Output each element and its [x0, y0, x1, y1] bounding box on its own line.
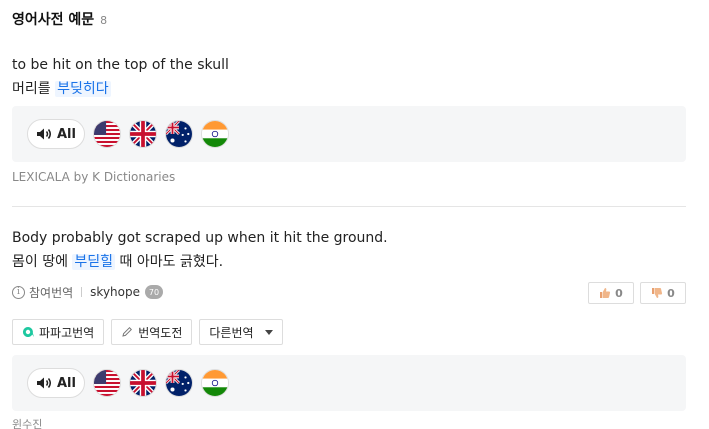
- example-source: LEXICALA by K Dictionaries: [12, 170, 176, 184]
- translation-challenge-button[interactable]: 번역도전: [111, 319, 193, 345]
- in-flag-icon[interactable]: [201, 369, 229, 397]
- play-all-label: All: [57, 375, 76, 391]
- audio-bar: All: [12, 355, 686, 411]
- speaker-icon: [37, 377, 51, 389]
- speaker-icon: [37, 128, 51, 140]
- ref-translation-label[interactable]: 참여번역: [29, 284, 73, 301]
- chevron-down-icon: [264, 329, 273, 335]
- example-korean: 머리를 부딪히다: [12, 78, 686, 100]
- other-translation-label: 다른번역: [209, 325, 254, 340]
- example-item-1: to be hit on the top of the skull 머리를 부딪…: [12, 54, 686, 100]
- info-icon[interactable]: i: [12, 285, 25, 299]
- us-flag-icon[interactable]: [93, 369, 121, 397]
- example-count: 8: [100, 14, 108, 27]
- example-source: 윈수진: [12, 418, 43, 429]
- example-korean: 몸이 땅에 부딛힐 때 아마도 긁혔다.: [12, 251, 686, 273]
- thumbs-down-count: 0: [667, 286, 675, 300]
- uk-flag-icon[interactable]: [129, 369, 157, 397]
- korean-text: 머리를: [12, 81, 56, 97]
- translation-tools: 파파고번역 번역도전 다른번역: [12, 319, 283, 345]
- au-flag-icon[interactable]: [165, 120, 193, 148]
- user-level-badge: 70: [145, 285, 163, 299]
- vote-group: 0 0: [588, 282, 686, 304]
- example-english: Body probably got scraped up when it hit…: [12, 230, 388, 246]
- au-flag-icon[interactable]: [165, 369, 193, 397]
- divider: [12, 206, 686, 207]
- highlighted-word[interactable]: 부딪히다: [55, 81, 111, 97]
- example-english: to be hit on the top of the skull: [12, 57, 229, 73]
- play-all-button[interactable]: All: [27, 119, 85, 149]
- user-link[interactable]: skyhope: [90, 285, 140, 299]
- highlighted-word[interactable]: 부딛힐: [72, 254, 116, 270]
- other-translation-dropdown[interactable]: 다른번역: [199, 319, 283, 345]
- thumbs-down-icon: [652, 288, 663, 298]
- thumbs-up-icon: [600, 288, 611, 298]
- example-item-2: Body probably got scraped up when it hit…: [12, 227, 686, 273]
- thumbs-up-count: 0: [615, 286, 623, 300]
- korean-text-after: 때 아마도 긁혔다.: [115, 254, 224, 270]
- korean-text: 몸이 땅에: [12, 254, 73, 270]
- us-flag-icon[interactable]: [93, 120, 121, 148]
- play-all-button[interactable]: All: [27, 368, 85, 398]
- thumbs-up-button[interactable]: 0: [588, 282, 634, 304]
- translation-meta: i 참여번역 skyhope 70: [12, 283, 163, 301]
- section-header: 영어사전 예문 8: [12, 9, 107, 31]
- in-flag-icon[interactable]: [201, 120, 229, 148]
- pencil-icon: [122, 326, 133, 337]
- audio-bar: All: [12, 106, 686, 162]
- papago-icon: [22, 326, 34, 337]
- challenge-label: 번역도전: [138, 325, 183, 340]
- papago-label: 파파고번역: [39, 325, 95, 340]
- thumbs-down-button[interactable]: 0: [640, 282, 686, 304]
- play-all-label: All: [57, 126, 76, 142]
- separator: [81, 287, 83, 297]
- papago-button[interactable]: 파파고번역: [12, 319, 105, 345]
- uk-flag-icon[interactable]: [129, 120, 157, 148]
- section-title: 영어사전 예문: [12, 12, 95, 28]
